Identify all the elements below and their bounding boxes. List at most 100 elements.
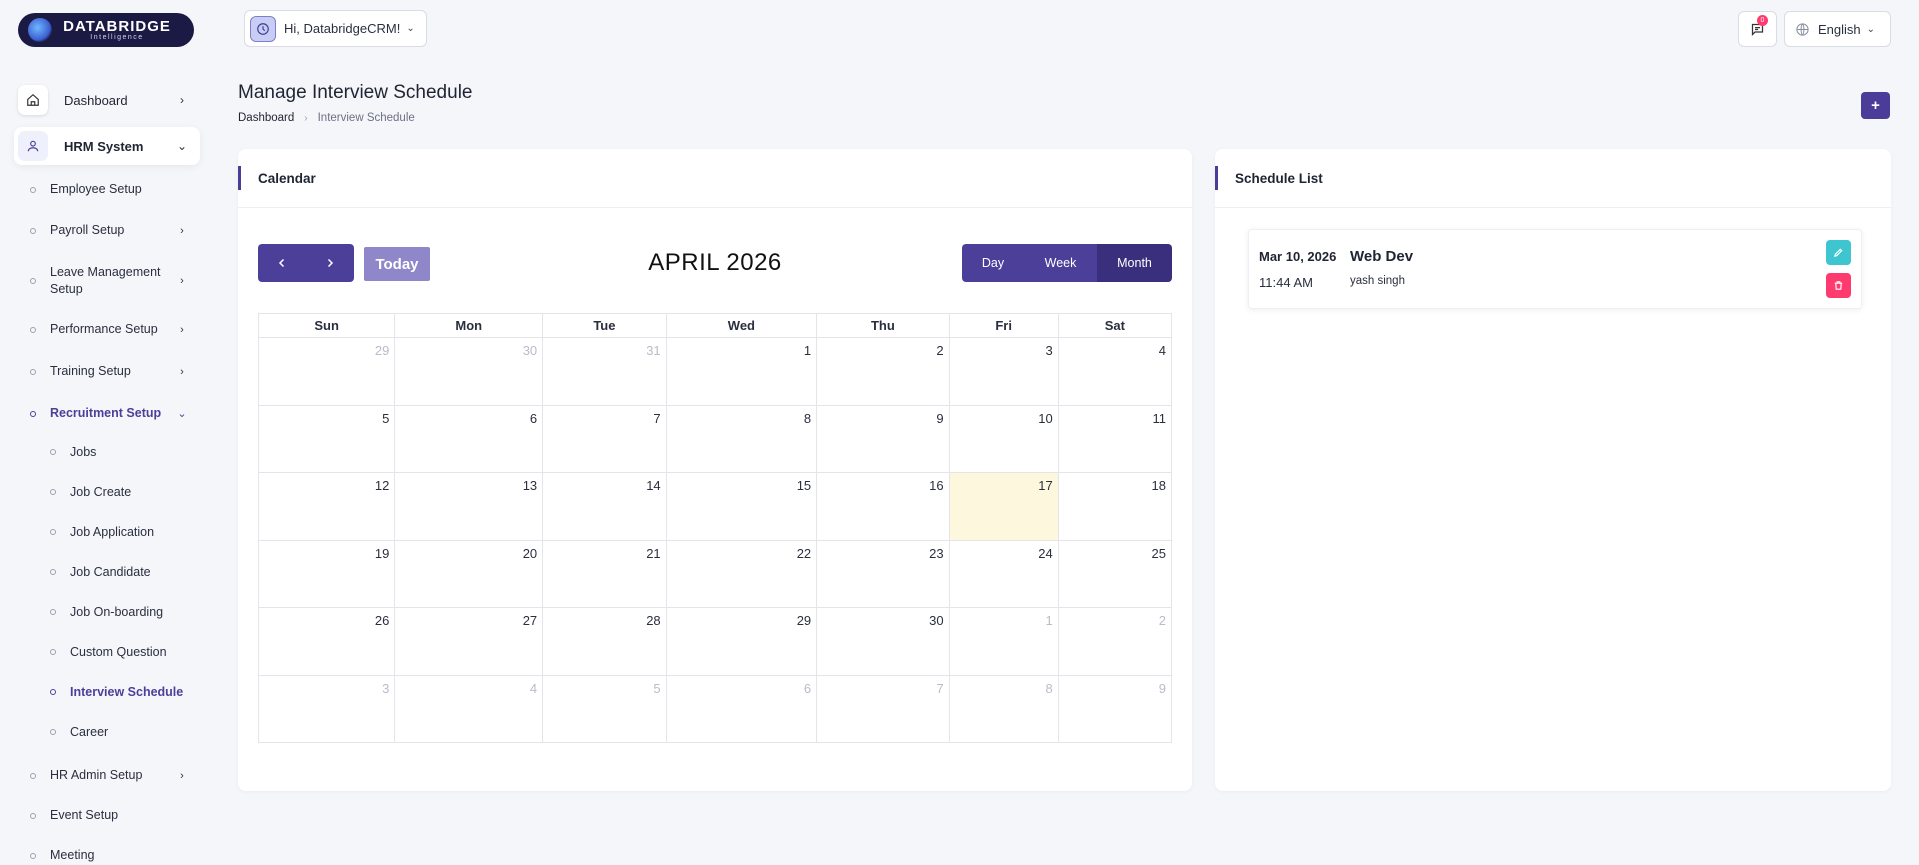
calendar-day-cell[interactable]: 3	[257, 674, 396, 743]
page-scrollbar[interactable]	[1913, 0, 1919, 865]
chevron-right-icon: ›	[180, 365, 184, 378]
view-month-button[interactable]: Month	[1097, 244, 1172, 282]
sidebar-item-meeting[interactable]: Meeting	[30, 847, 200, 864]
sidebar: DATABRIDGE Intelligence Dashboard › HRM …	[0, 0, 215, 865]
schedule-candidate: yash singh	[1350, 275, 1405, 287]
calendar-day-cell[interactable]: 4	[394, 674, 544, 743]
calendar-day-cell[interactable]: 16	[816, 472, 950, 541]
calendar-day-cell[interactable]: 30	[394, 337, 544, 406]
user-menu[interactable]: Hi, DatabridgeCRM! ⌄	[244, 10, 427, 47]
calendar-day-cell[interactable]: 15	[665, 472, 818, 541]
calendar-day-cell[interactable]: 30	[816, 607, 950, 676]
sidebar-item-payroll-setup[interactable]: Payroll Setup ›	[30, 222, 200, 239]
calendar-day-cell[interactable]: 2	[1057, 607, 1173, 676]
calendar-day-cell[interactable]: 27	[394, 607, 544, 676]
user-greeting: Hi, DatabridgeCRM!	[284, 21, 401, 36]
sidebar-subitem-job-onboarding[interactable]: Job On-boarding	[50, 605, 200, 619]
weekday-header: Sun	[257, 313, 396, 338]
calendar-day-cell[interactable]: 8	[665, 404, 818, 473]
delete-schedule-button[interactable]	[1826, 273, 1851, 298]
schedule-list-item[interactable]: Mar 10, 2026 11:44 AM Web Dev yash singh	[1248, 229, 1862, 309]
sidebar-subitem-interview-schedule[interactable]: Interview Schedule	[50, 685, 200, 699]
calendar-day-cell[interactable]: 28	[542, 607, 667, 676]
brand-logo[interactable]: DATABRIDGE Intelligence	[18, 13, 194, 47]
calendar-day-cell[interactable]: 4	[1057, 337, 1173, 406]
calendar-day-cell[interactable]: 8	[948, 674, 1059, 743]
calendar-day-cell[interactable]: 19	[257, 539, 396, 608]
notification-button[interactable]: 0	[1738, 11, 1777, 47]
calendar-day-cell[interactable]: 3	[948, 337, 1059, 406]
user-icon	[18, 131, 48, 161]
calendar-day-cell[interactable]: 5	[257, 404, 396, 473]
sidebar-subitem-custom-question[interactable]: Custom Question	[50, 645, 200, 659]
bullet-icon	[30, 772, 36, 779]
sidebar-item-hrm[interactable]: HRM System ⌄	[14, 127, 200, 165]
calendar-day-cell[interactable]: 18	[1057, 472, 1173, 541]
weekday-header: Wed	[665, 313, 818, 338]
edit-schedule-button[interactable]	[1826, 240, 1851, 265]
calendar-day-cell[interactable]: 24	[948, 539, 1059, 608]
language-selector[interactable]: English ⌄	[1784, 11, 1891, 47]
calendar-card: Calendar Today APRIL 2026 Day Week Month…	[238, 149, 1192, 791]
sidebar-item-hr-admin-setup[interactable]: HR Admin Setup ›	[30, 767, 200, 784]
calendar-day-cell[interactable]: 21	[542, 539, 667, 608]
view-week-button[interactable]: Week	[1024, 244, 1097, 282]
calendar-day-cell[interactable]: 1	[948, 607, 1059, 676]
calendar-day-cell[interactable]: 7	[542, 404, 667, 473]
calendar-day-cell[interactable]: 31	[542, 337, 667, 406]
calendar-day-cell[interactable]: 11	[1057, 404, 1173, 473]
breadcrumb-current: Interview Schedule	[317, 112, 415, 124]
calendar-day-cell-today[interactable]: 17	[948, 472, 1059, 541]
calendar-day-cell[interactable]: 14	[542, 472, 667, 541]
calendar-day-cell[interactable]: 9	[1057, 674, 1173, 743]
calendar-day-cell[interactable]: 2	[816, 337, 950, 406]
sidebar-item-label: Jobs	[70, 445, 97, 459]
calendar-day-cell[interactable]: 5	[542, 674, 667, 743]
bullet-icon	[30, 186, 36, 193]
sidebar-subitem-career[interactable]: Career	[50, 725, 200, 739]
breadcrumb: Dashboard › Interview Schedule	[238, 112, 415, 124]
sidebar-item-label: Interview Schedule	[70, 685, 184, 699]
calendar-day-cell[interactable]: 23	[816, 539, 950, 608]
sidebar-item-label: Job Candidate	[70, 565, 151, 579]
breadcrumb-dashboard[interactable]: Dashboard	[238, 112, 294, 124]
sidebar-item-performance-setup[interactable]: Performance Setup ›	[30, 321, 200, 338]
sidebar-item-training-setup[interactable]: Training Setup ›	[30, 363, 200, 380]
sidebar-item-dashboard[interactable]: Dashboard ›	[14, 81, 200, 119]
calendar-day-cell[interactable]: 20	[394, 539, 544, 608]
calendar-day-cell[interactable]: 12	[257, 472, 396, 541]
calendar-day-cell[interactable]: 6	[665, 674, 818, 743]
sidebar-item-employee-setup[interactable]: Employee Setup	[30, 181, 200, 198]
calendar-day-cell[interactable]: 1	[665, 337, 818, 406]
sidebar-subitem-job-application[interactable]: Job Application	[50, 525, 200, 539]
sidebar-subitem-job-create[interactable]: Job Create	[50, 485, 200, 499]
calendar-day-cell[interactable]: 6	[394, 404, 544, 473]
calendar-day-cell[interactable]: 7	[816, 674, 950, 743]
calendar-day-cell[interactable]: 9	[816, 404, 950, 473]
sidebar-item-event-setup[interactable]: Event Setup	[30, 807, 200, 824]
sidebar-item-recruitment-setup[interactable]: Recruitment Setup ⌄	[30, 405, 200, 422]
accent-bar	[238, 166, 241, 190]
trash-icon	[1834, 281, 1843, 290]
calendar-day-cell[interactable]: 13	[394, 472, 544, 541]
calendar-day-cell[interactable]: 22	[665, 539, 818, 608]
sidebar-item-label: Job Create	[70, 485, 132, 499]
chevron-down-icon: ⌄	[1866, 23, 1876, 35]
notification-badge: 0	[1757, 15, 1768, 26]
calendar-day-cell[interactable]: 29	[257, 337, 396, 406]
calendar-view-switcher: Day Week Month	[962, 244, 1172, 282]
calendar-day-cell[interactable]: 25	[1057, 539, 1173, 608]
sidebar-subitem-job-candidate[interactable]: Job Candidate	[50, 565, 200, 579]
calendar-day-cell[interactable]: 26	[257, 607, 396, 676]
calendar-day-cell[interactable]: 29	[665, 607, 818, 676]
calendar-day-cell[interactable]: 10	[948, 404, 1059, 473]
bullet-icon	[30, 278, 36, 284]
view-day-button[interactable]: Day	[962, 244, 1024, 282]
sidebar-subitem-jobs[interactable]: Jobs	[50, 445, 200, 459]
chevron-right-icon: ›	[180, 323, 184, 336]
add-schedule-button[interactable]: +	[1861, 92, 1890, 119]
calendar-week-row: 3 4 5 6 7 8 9	[257, 674, 1173, 743]
sidebar-item-label: HR Admin Setup	[50, 768, 143, 782]
calendar-week-row: 5 6 7 8 9 10 11	[257, 404, 1173, 473]
sidebar-item-leave-management[interactable]: Leave Management Setup ›	[30, 263, 200, 299]
